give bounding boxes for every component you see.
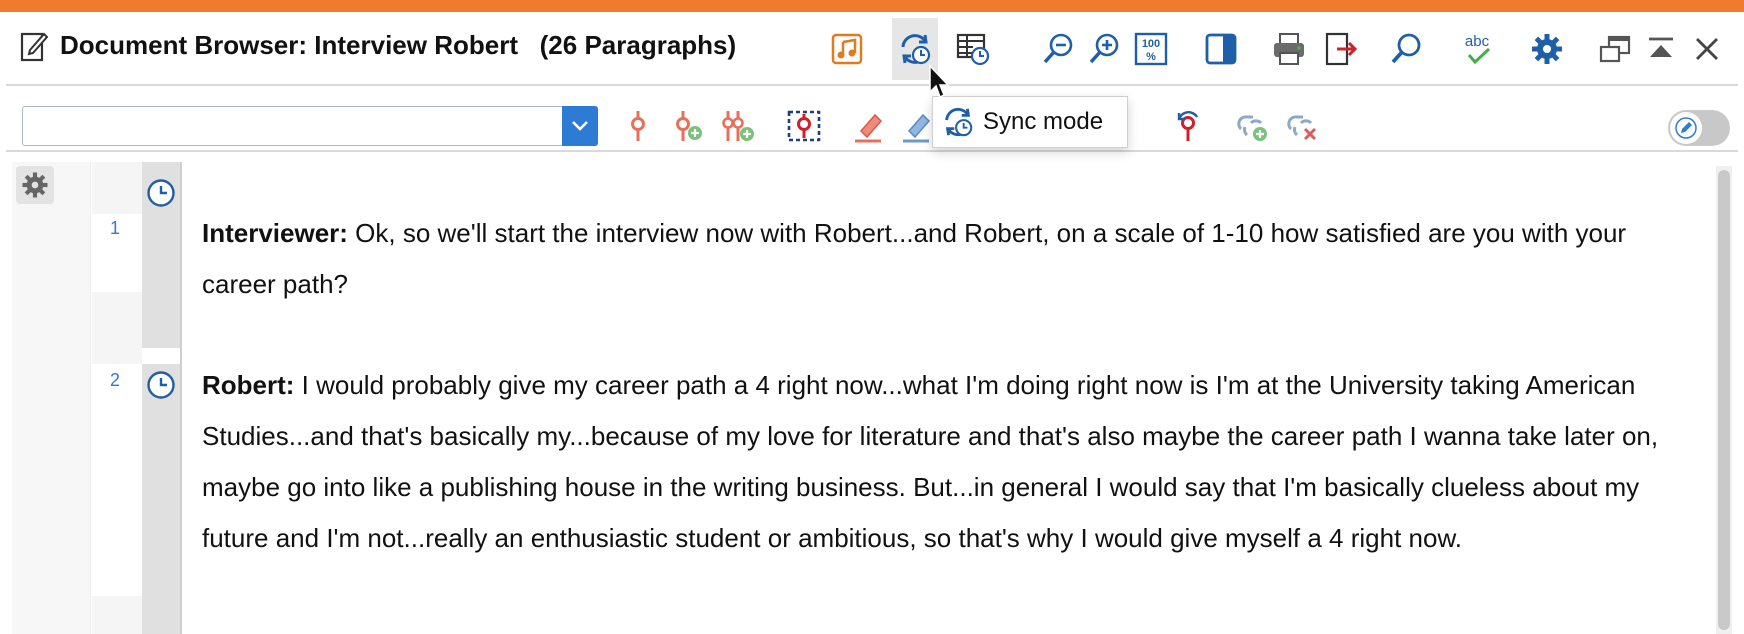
timestamp-column — [142, 162, 182, 634]
left-gutter — [12, 162, 91, 634]
paragraph-number-column: 1 2 — [92, 162, 142, 634]
edit-mode-toggle[interactable] — [1668, 110, 1730, 146]
highlighter-blue-icon[interactable] — [896, 104, 936, 148]
sync-mode-tooltip: Sync mode — [932, 96, 1128, 148]
svg-text:100: 100 — [1142, 38, 1160, 50]
window-accent-bar — [0, 0, 1744, 12]
highlighter-red-icon[interactable] — [848, 104, 888, 148]
paragraph[interactable]: Robert: I would probably give my career … — [202, 360, 1702, 564]
pencil-icon — [1670, 112, 1702, 144]
timestamp-clock-icon[interactable] — [146, 370, 176, 400]
timestamp-clock-icon[interactable] — [146, 178, 176, 208]
window-title: Document Browser: Interview Robert (26 P… — [60, 30, 737, 60]
close-icon[interactable] — [1684, 18, 1730, 80]
settings-icon[interactable] — [1524, 18, 1570, 80]
gutter-settings-icon[interactable] — [16, 166, 54, 204]
zoom-in-icon[interactable] — [1082, 18, 1128, 80]
tooltip-text: Sync mode — [983, 108, 1104, 135]
coding-toolbar — [6, 86, 1738, 152]
code-multi-add-icon[interactable] — [718, 104, 758, 148]
svg-text:%: % — [1146, 51, 1156, 63]
link-add-icon[interactable] — [1232, 104, 1272, 148]
paragraph-text: I would probably give my career path a 4… — [202, 370, 1659, 553]
speaker-label: Interviewer: — [202, 218, 348, 248]
code-selection-icon[interactable] — [784, 104, 824, 148]
scrollbar-thumb[interactable] — [1718, 170, 1730, 630]
document-content: 1 2 Interviewer: Ok, so we'll start the … — [12, 162, 1744, 634]
code-selector-input[interactable] — [27, 109, 561, 145]
zoom-100-icon[interactable]: 100% — [1128, 18, 1174, 80]
paragraph-number: 1 — [110, 218, 121, 238]
sync-mode-icon — [901, 34, 931, 65]
media-icon[interactable] — [824, 18, 870, 80]
spellcheck-icon[interactable]: abc — [1454, 18, 1500, 80]
timestamp-cell — [142, 364, 180, 634]
title-bar: Document Browser: Interview Robert (26 P… — [6, 12, 1738, 86]
code-add-icon[interactable] — [668, 104, 708, 148]
link-remove-icon[interactable] — [1282, 104, 1322, 148]
code-undo-icon[interactable] — [1168, 104, 1208, 148]
collapse-icon[interactable] — [1638, 18, 1684, 80]
speaker-label: Robert: — [202, 370, 295, 400]
paragraph-text: Ok, so we'll start the interview now wit… — [202, 218, 1627, 299]
code-icon[interactable] — [618, 104, 658, 148]
code-selector[interactable] — [22, 106, 598, 146]
document-text-area[interactable]: Interviewer: Ok, so we'll start the inte… — [202, 162, 1712, 634]
chevron-down-icon[interactable] — [562, 106, 598, 146]
document-browser-window: Document Browser: Interview Robert (26 P… — [6, 12, 1744, 634]
search-icon[interactable] — [1384, 18, 1430, 80]
document-edit-icon — [20, 32, 48, 62]
print-icon[interactable] — [1266, 18, 1312, 80]
paragraph-number: 2 — [110, 370, 121, 390]
zoom-out-icon[interactable] — [1036, 18, 1082, 80]
svg-text:abc: abc — [1465, 33, 1490, 50]
undock-icon[interactable] — [1592, 18, 1638, 80]
paragraph-number-cell — [92, 364, 142, 596]
sync-mode-icon — [945, 107, 973, 137]
paragraph[interactable]: Interviewer: Ok, so we'll start the inte… — [202, 208, 1702, 310]
table-sync-icon[interactable] — [950, 18, 996, 80]
export-icon[interactable] — [1318, 18, 1364, 80]
vertical-scrollbar[interactable] — [1716, 166, 1732, 634]
panel-icon[interactable] — [1198, 18, 1244, 80]
mouse-cursor-icon — [929, 64, 950, 99]
